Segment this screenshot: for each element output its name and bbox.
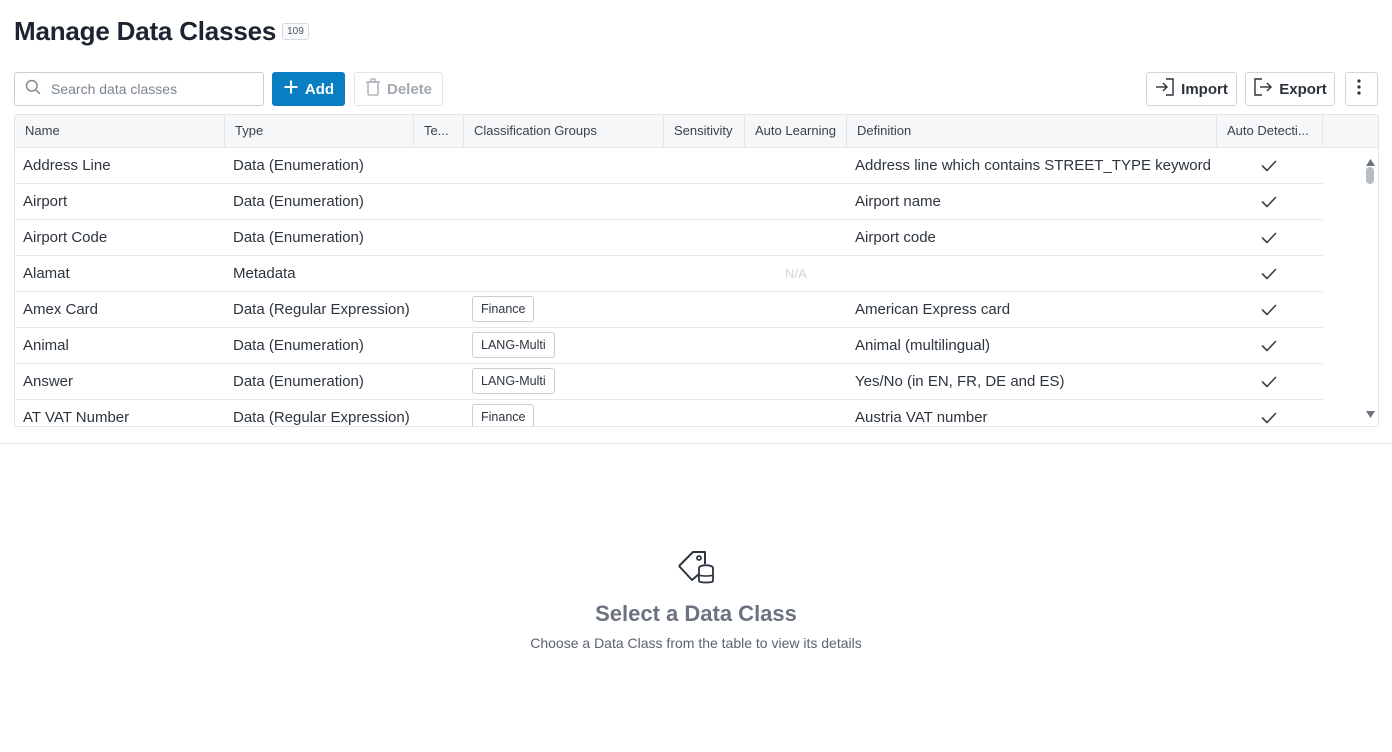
column-header-auto-learning[interactable]: Auto Learning [745, 115, 847, 148]
cell-type: Data (Enumeration) [233, 229, 364, 246]
add-button[interactable]: Add [272, 72, 345, 106]
search-input[interactable] [51, 81, 241, 97]
column-header-name[interactable]: Name [15, 115, 225, 148]
cell-auto-learning [745, 400, 847, 426]
scroll-down-arrow-icon[interactable] [1366, 405, 1375, 423]
cell-auto-learning [745, 184, 847, 220]
details-empty-state: Select a Data Class Choose a Data Class … [0, 548, 1392, 651]
cell-type: Data (Enumeration) [233, 337, 364, 354]
more-options-button[interactable] [1345, 72, 1378, 106]
column-header-te[interactable]: Te... [414, 115, 464, 148]
classification-group-chip[interactable]: LANG-Multi [472, 332, 555, 359]
cell-type: Metadata [233, 265, 296, 282]
cell-name: Animal [23, 337, 69, 354]
cell-definition: Address line which contains STREET_TYPE … [855, 157, 1211, 174]
empty-state-title: Select a Data Class [595, 601, 797, 626]
page-title: Manage Data Classes [14, 16, 277, 46]
cell-auto-learning [745, 328, 847, 364]
column-header-type[interactable]: Type [225, 115, 414, 148]
checkmark-icon [1261, 328, 1279, 364]
table-row[interactable]: AT VAT Number Data (Regular Expression) Fi… [15, 400, 1323, 426]
tag-database-icon [675, 548, 717, 588]
cell-name: Airport Code [23, 229, 108, 246]
cell-auto-learning [745, 220, 847, 256]
delete-button[interactable]: Delete [354, 72, 443, 106]
table-row[interactable]: Animal Data (Enumeration) LANG-Multi Animal… [15, 328, 1323, 364]
delete-button-label: Delete [386, 80, 433, 98]
cell-name: Alamat [23, 265, 70, 282]
cell-type: Data (Enumeration) [233, 193, 364, 210]
cell-auto-learning: N/A [745, 256, 847, 292]
cell-name: Amex Card [23, 301, 99, 318]
checkmark-icon [1261, 184, 1279, 220]
cell-auto-learning [745, 148, 847, 184]
table-row[interactable]: Amex Card Data (Regular Expression) Financ… [15, 292, 1323, 328]
toolbar: Add Delete Import Export [14, 72, 1378, 106]
column-header-auto-detection[interactable]: Auto Detecti... [1217, 115, 1323, 148]
cell-definition: Austria VAT number [855, 409, 988, 426]
trash-icon [365, 78, 387, 100]
cell-name: Address Line [23, 157, 111, 174]
cell-classification-group: Finance [472, 400, 535, 426]
auto-learning-value: N/A [785, 266, 807, 281]
checkmark-icon [1261, 148, 1279, 184]
empty-state-subtitle: Choose a Data Class from the table to vi… [530, 635, 862, 651]
table-row[interactable]: Airport Code Data (Enumeration) Airport co… [15, 220, 1323, 256]
cell-type: Data (Enumeration) [233, 373, 364, 390]
table-row[interactable]: Answer Data (Enumeration) LANG-Multi Yes/No… [15, 364, 1323, 400]
cell-type: Data (Enumeration) [233, 157, 364, 174]
column-header-classification-groups[interactable]: Classification Groups [464, 115, 664, 148]
data-classes-table: Name Type Te... Classification Groups Se… [14, 114, 1379, 427]
cell-definition: Airport code [855, 229, 936, 246]
classification-group-chip[interactable]: LANG-Multi [472, 368, 555, 395]
vertical-scrollbar[interactable] [1363, 149, 1377, 426]
export-button[interactable]: Export [1245, 72, 1335, 106]
cell-definition: Animal (multilingual) [855, 337, 991, 354]
cell-name: Answer [23, 373, 74, 390]
column-header-sensitivity[interactable]: Sensitivity [664, 115, 745, 148]
scrollbar-thumb[interactable] [1366, 167, 1374, 184]
cell-definition: Yes/No (in EN, FR, DE and ES) [855, 373, 1065, 390]
table-row[interactable]: Alamat Metadata N/A [15, 256, 1323, 292]
checkmark-icon [1261, 364, 1279, 400]
checkmark-icon [1261, 256, 1279, 292]
page-header: Manage Data Classes 109 [14, 16, 309, 47]
table-header: Name Type Te... Classification Groups Se… [15, 115, 1378, 148]
checkmark-icon [1261, 220, 1279, 256]
cell-definition: Airport name [855, 193, 941, 210]
cell-name: Airport [23, 193, 68, 210]
export-button-label: Export [1279, 80, 1327, 98]
import-icon [1155, 78, 1181, 100]
cell-auto-learning [745, 364, 847, 400]
classification-group-chip[interactable]: Finance [472, 404, 535, 426]
cell-type: Data (Regular Expression) [233, 409, 410, 426]
count-badge: 109 [282, 23, 309, 40]
import-button-label: Import [1181, 80, 1228, 98]
export-icon [1253, 78, 1279, 100]
search-icon [25, 79, 41, 100]
table-row[interactable]: Address Line Data (Enumeration) Address li… [15, 148, 1323, 184]
cell-definition: American Express card [855, 301, 1011, 318]
panel-divider [0, 443, 1392, 444]
checkmark-icon [1261, 400, 1279, 426]
cell-classification-group: LANG-Multi [472, 364, 555, 400]
column-header-definition[interactable]: Definition [847, 115, 1217, 148]
cell-classification-group: LANG-Multi [472, 328, 555, 364]
classification-group-chip[interactable]: Finance [472, 296, 535, 323]
search-box[interactable] [14, 72, 264, 106]
checkmark-icon [1261, 292, 1279, 328]
table-body: Address Line Data (Enumeration) Address li… [15, 148, 1323, 426]
cell-auto-learning [745, 292, 847, 328]
cell-name: AT VAT Number [23, 409, 130, 426]
add-button-label: Add [304, 80, 335, 98]
more-vertical-icon [1356, 79, 1367, 99]
plus-icon [283, 79, 305, 99]
cell-type: Data (Regular Expression) [233, 301, 410, 318]
table-row[interactable]: Airport Data (Enumeration) Airport name [15, 184, 1323, 220]
cell-classification-group: Finance [472, 292, 535, 328]
import-button[interactable]: Import [1146, 72, 1237, 106]
